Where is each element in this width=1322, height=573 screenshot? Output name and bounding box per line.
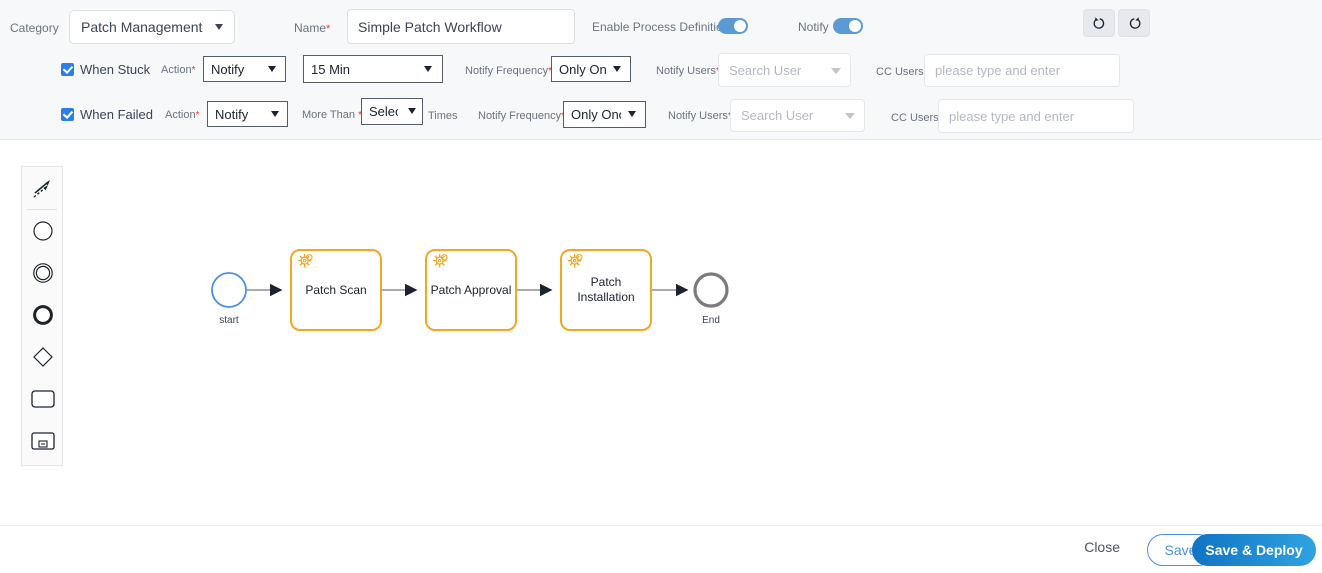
enable-process-definition-label: Enable Process Definition bbox=[592, 20, 730, 34]
failed-more-than-select[interactable]: Select bbox=[361, 98, 423, 125]
bpmn-node-end[interactable]: End bbox=[693, 272, 729, 326]
node-label-line1: Patch bbox=[591, 275, 622, 289]
redo-icon bbox=[1129, 16, 1140, 29]
node-label: End bbox=[702, 315, 720, 326]
failed-frequency-select[interactable]: Only Once bbox=[563, 101, 646, 128]
node-label: Patch Scan bbox=[305, 283, 366, 297]
when-stuck-checkbox[interactable] bbox=[61, 63, 74, 76]
failed-cc-users-label: CC Users bbox=[891, 112, 939, 124]
node-label: Patch Approval bbox=[431, 283, 512, 297]
workflow-name-input[interactable] bbox=[347, 9, 575, 44]
bpmn-node-patch-approval[interactable]: Patch Approval bbox=[425, 249, 517, 331]
bpmn-canvas[interactable]: start Patch Scan Patch Approval Patch In… bbox=[0, 141, 1322, 525]
when-failed-label: When Failed bbox=[80, 107, 153, 122]
stuck-cc-users-label: CC Users bbox=[876, 66, 924, 78]
failed-action-select[interactable]: Notify bbox=[207, 101, 288, 127]
failed-action-label: Action* bbox=[165, 109, 200, 121]
bpmn-node-patch-scan[interactable]: Patch Scan bbox=[290, 249, 382, 331]
bpmn-diagram[interactable]: start Patch Scan Patch Approval Patch In… bbox=[0, 141, 1322, 525]
category-label: Category bbox=[10, 21, 59, 35]
bpmn-node-start[interactable]: start bbox=[211, 272, 247, 326]
stuck-action-select[interactable]: Notify bbox=[203, 56, 286, 82]
enable-process-definition-toggle[interactable] bbox=[718, 18, 748, 34]
notify-label: Notify bbox=[798, 20, 829, 34]
when-failed-checkbox[interactable] bbox=[61, 108, 74, 121]
failed-notify-users-label: Notify Users* bbox=[668, 110, 732, 122]
workflow-header-panel: Category Patch Management Name* Enable P… bbox=[0, 0, 1322, 140]
node-label: start bbox=[219, 315, 239, 326]
footer-actions: Close Save Save & Deploy bbox=[0, 525, 1322, 573]
failed-notify-users-input[interactable] bbox=[730, 99, 865, 132]
stuck-notify-users-input[interactable] bbox=[718, 53, 851, 87]
when-stuck-label: When Stuck bbox=[80, 62, 151, 77]
bpmn-node-patch-installation[interactable]: Patch Installation bbox=[560, 249, 652, 331]
required-asterisk: * bbox=[326, 23, 331, 35]
undo-icon bbox=[1093, 16, 1104, 29]
failed-cc-users-input[interactable] bbox=[938, 99, 1134, 133]
close-button[interactable]: Close bbox=[1078, 538, 1126, 556]
failed-times-label: Times bbox=[428, 110, 458, 122]
stuck-frequency-select[interactable]: Only Once bbox=[551, 56, 631, 82]
stuck-duration-select[interactable]: 15 Min bbox=[303, 55, 443, 83]
stuck-cc-users-input[interactable] bbox=[924, 54, 1120, 87]
category-select[interactable]: Patch Management bbox=[69, 10, 235, 44]
redo-button[interactable] bbox=[1118, 9, 1150, 37]
failed-frequency-label: Notify Frequency* bbox=[478, 110, 565, 122]
stuck-frequency-label: Notify Frequency* bbox=[465, 65, 552, 77]
notify-toggle[interactable] bbox=[833, 18, 863, 34]
stuck-action-label: Action* bbox=[161, 64, 196, 76]
failed-more-than-label: More Than * bbox=[302, 109, 362, 121]
name-label: Name* bbox=[294, 21, 331, 35]
stuck-notify-users-label: Notify Users* bbox=[656, 65, 720, 77]
save-and-deploy-button[interactable]: Save & Deploy bbox=[1192, 534, 1316, 566]
undo-button[interactable] bbox=[1083, 9, 1115, 37]
node-label-line2: Installation bbox=[577, 290, 634, 304]
